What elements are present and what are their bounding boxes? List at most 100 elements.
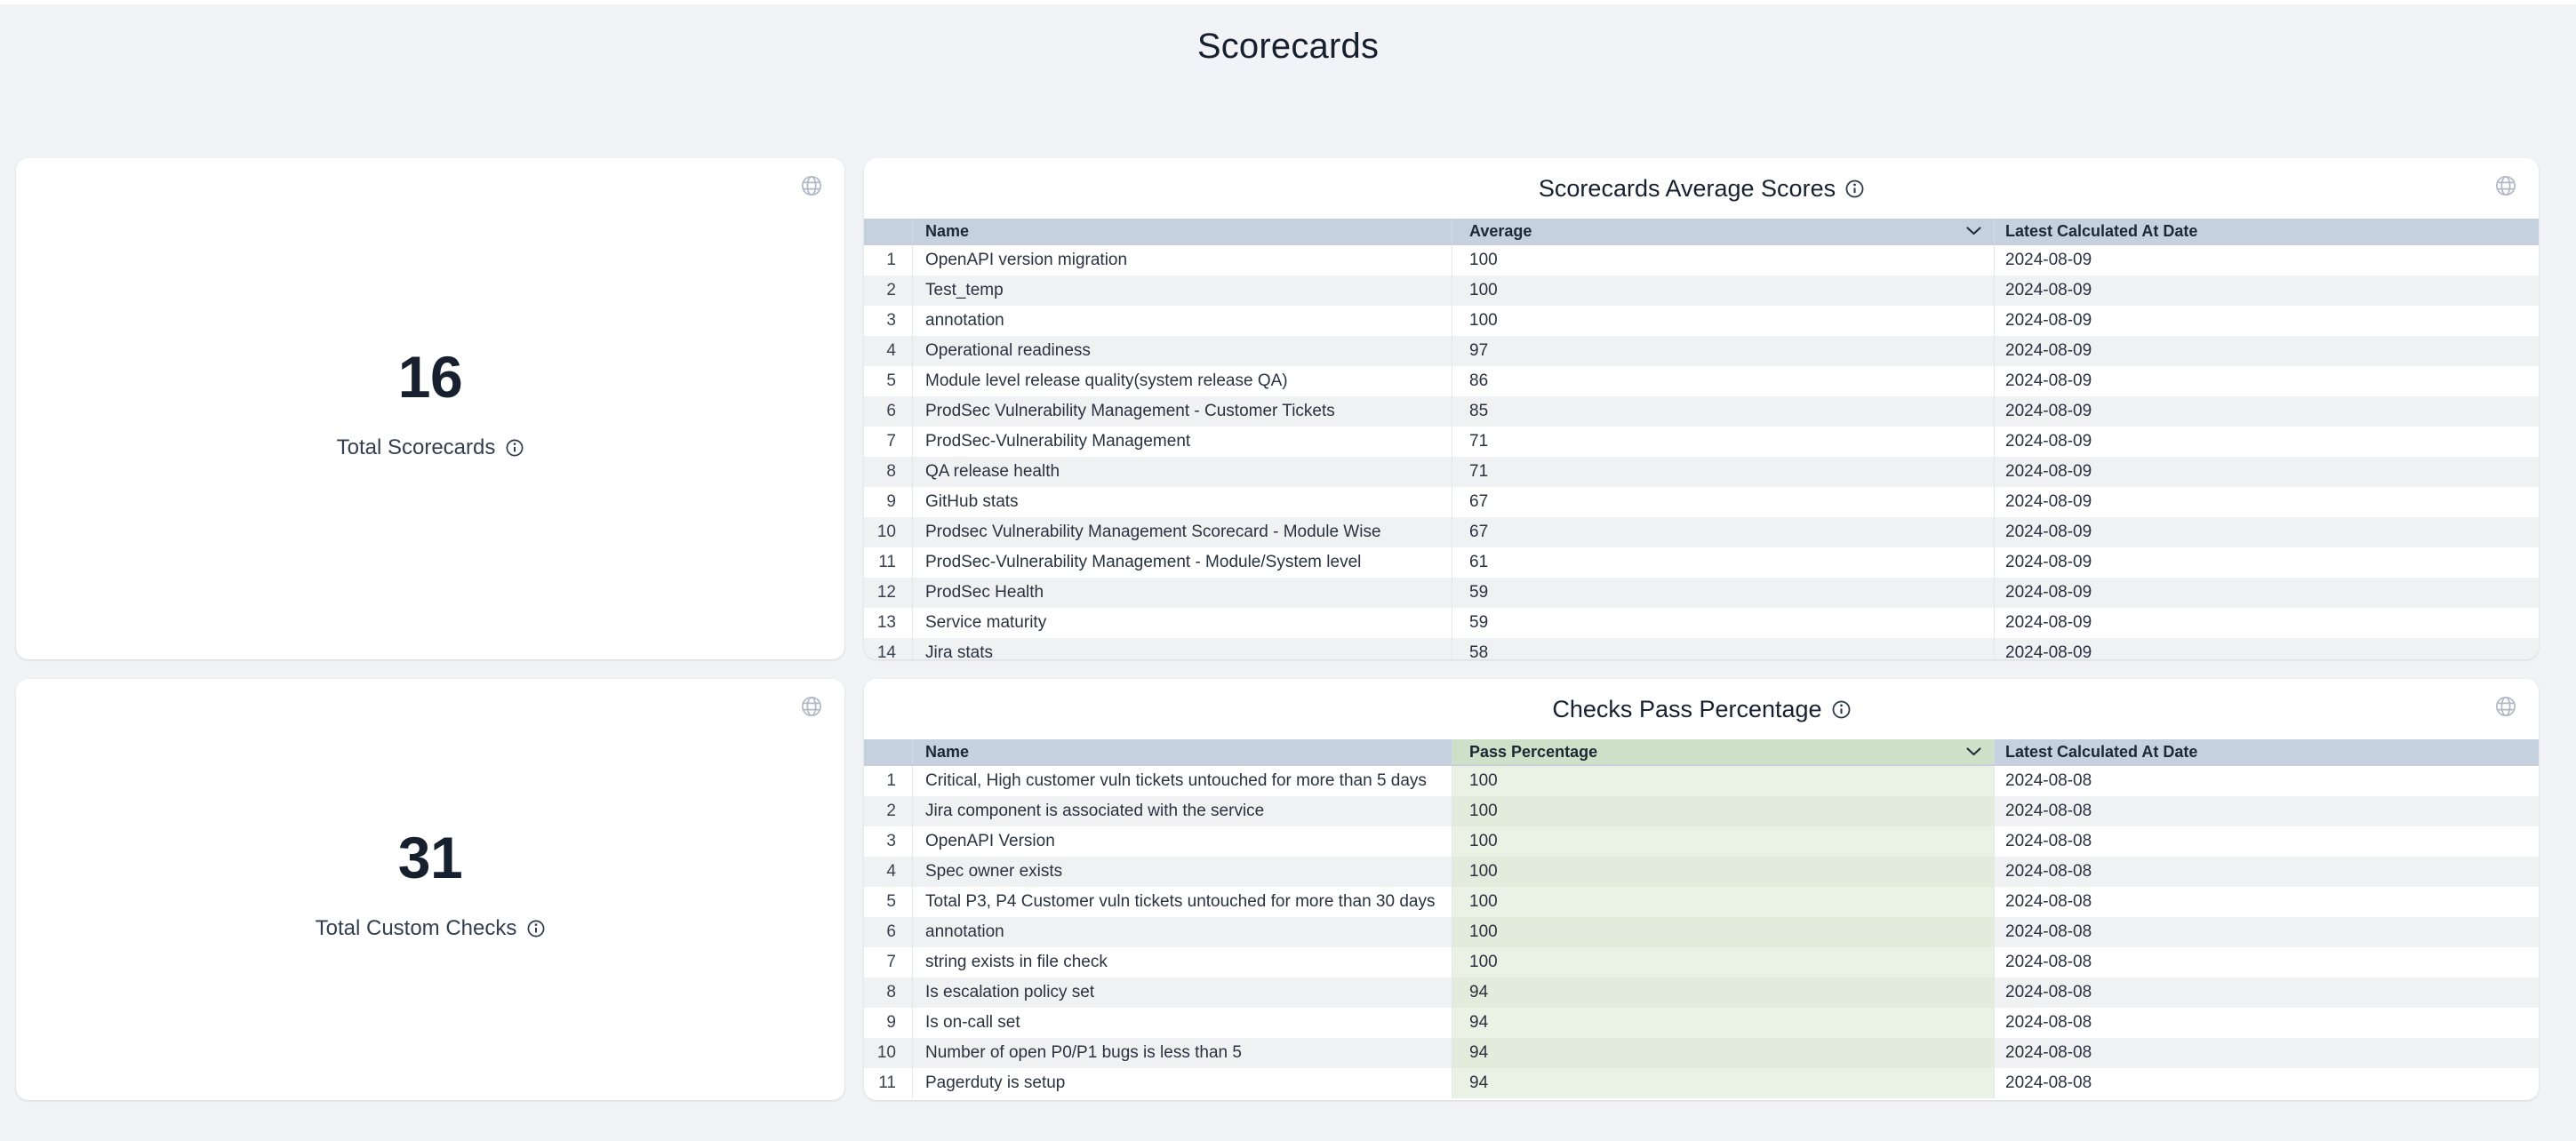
table-cell: 2024-08-08 [1994,857,2539,887]
table-cell: 7 [864,427,912,457]
table-body: 1Critical, High customer vuln tickets un… [864,766,2539,1100]
table-row[interactable]: 6ProdSec Vulnerability Management - Cust… [864,396,2539,427]
globe-icon[interactable] [2494,695,2517,718]
table-row[interactable]: 7ProdSec-Vulnerability Management712024-… [864,427,2539,457]
table-row[interactable]: 9Is on-call set942024-08-08 [864,1008,2539,1038]
table-cell: Is escalation policy set [912,977,1452,1008]
table-row[interactable]: 11ProdSec-Vulnerability Management - Mod… [864,547,2539,578]
table-cell: 2024-08-08 [1994,1008,2539,1038]
table-cell: 100 [1452,917,1994,947]
table-cell: Operational readiness [912,336,1452,366]
table-row[interactable]: 2Jira component is associated with the s… [864,796,2539,826]
page-title: Scorecards [0,27,2576,67]
table-row[interactable]: 7string exists in file check1002024-08-0… [864,947,2539,977]
table-cell: 2 [864,275,912,306]
table-cell: 2024-08-08 [1994,766,2539,796]
table-cell: 11 [864,1068,912,1098]
table-row[interactable]: 6annotation1002024-08-08 [864,917,2539,947]
table-cell: 6 [864,917,912,947]
average-column-header[interactable]: Average [1452,219,1994,243]
scorecards-average-scores-card: Scorecards Average Scores Name Average L… [864,158,2539,659]
table-cell: 2024-08-09 [1994,245,2539,275]
top-edge-strip [0,0,2576,4]
table-row[interactable]: 10Number of open P0/P1 bugs is less than… [864,1038,2539,1068]
table-cell: 100 [1452,887,1994,917]
table-cell: 3 [864,306,912,336]
info-icon[interactable] [1845,180,1864,198]
table-cell: 100 [1452,826,1994,857]
table-row[interactable]: 4Spec owner exists1002024-08-08 [864,857,2539,887]
table-cell: 14 [864,638,912,659]
globe-icon[interactable] [800,695,823,718]
table-row[interactable]: 1OpenAPI version migration1002024-08-09 [864,245,2539,275]
table-cell: Module level release quality(system rele… [912,366,1452,396]
table-cell: 11 [864,547,912,578]
table-cell: 100 [1452,766,1994,796]
stat-value: 16 [398,343,462,411]
table-cell: 100 [1452,275,1994,306]
table-cell: 100 [1452,857,1994,887]
table-header: Name Average Latest Calculated At Date [864,219,2539,245]
table-cell: 1 [864,766,912,796]
table-row[interactable]: 8Is escalation policy set942024-08-08 [864,977,2539,1008]
table-cell: 2024-08-09 [1994,608,2539,638]
table-cell: OpenAPI Version [912,826,1452,857]
table-cell: 5 [864,366,912,396]
name-column-header[interactable]: Name [912,219,1452,243]
table-cell: Service maturity [912,608,1452,638]
table-cell: 97 [1452,336,1994,366]
table-cell: 2024-08-08 [1994,826,2539,857]
table-cell: 2024-08-09 [1994,487,2539,517]
table-row[interactable]: 10Prodsec Vulnerability Management Score… [864,517,2539,547]
table-cell: 2024-08-09 [1994,547,2539,578]
name-column-header[interactable]: Name [912,739,1452,764]
table-cell: 7 [864,947,912,977]
table-row[interactable]: 9GitHub stats672024-08-09 [864,487,2539,517]
table-row[interactable]: 11Pagerduty is setup942024-08-08 [864,1068,2539,1098]
table-row[interactable]: 3OpenAPI Version1002024-08-08 [864,826,2539,857]
table-cell: 10 [864,517,912,547]
globe-icon[interactable] [2494,174,2517,197]
info-icon[interactable] [527,920,545,938]
table-row[interactable]: 3annotation1002024-08-09 [864,306,2539,336]
globe-icon[interactable] [800,174,823,197]
table-row[interactable]: 14Jira stats582024-08-09 [864,638,2539,659]
table-cell: ProdSec-Vulnerability Management [912,427,1452,457]
table-row[interactable]: 1Critical, High customer vuln tickets un… [864,766,2539,796]
date-column-header[interactable]: Latest Calculated At Date [1994,739,2539,764]
table-cell: Prodsec Vulnerability Management Scoreca… [912,517,1452,547]
chevron-down-icon [1966,747,1981,756]
pass-percentage-column-header[interactable]: Pass Percentage [1452,739,1994,764]
table-cell: 2024-08-08 [1994,1038,2539,1068]
table-row[interactable]: 13Service maturity592024-08-09 [864,608,2539,638]
table-body: 1OpenAPI version migration1002024-08-092… [864,245,2539,659]
table-cell: 85 [1452,396,1994,427]
table-cell: 61 [1452,547,1994,578]
table-cell: 2024-08-09 [1994,366,2539,396]
table-cell: 4 [864,336,912,366]
table-row[interactable]: 5Total P3, P4 Customer vuln tickets unto… [864,887,2539,917]
table-row[interactable]: 12ProdSec Health592024-08-09 [864,578,2539,608]
table-cell: 2024-08-09 [1994,336,2539,366]
table-row[interactable]: 4Operational readiness972024-08-09 [864,336,2539,366]
date-column-header[interactable]: Latest Calculated At Date [1994,219,2539,243]
index-column-header [864,219,912,243]
chevron-down-icon [1966,227,1981,235]
table-cell: 2024-08-08 [1994,796,2539,826]
table-cell: ProdSec Vulnerability Management - Custo… [912,396,1452,427]
info-icon[interactable] [1832,700,1851,719]
table-cell: 71 [1452,457,1994,487]
table-row[interactable]: 5Module level release quality(system rel… [864,366,2539,396]
checks-pass-percentage-card: Checks Pass Percentage Name Pass Percent… [864,679,2539,1100]
table-row[interactable]: 8QA release health712024-08-09 [864,457,2539,487]
table-row[interactable]: 2Test_temp1002024-08-09 [864,275,2539,306]
table-cell: Total P3, P4 Customer vuln tickets untou… [912,887,1452,917]
table-cell: 59 [1452,578,1994,608]
table-cell: OpenAPI version migration [912,245,1452,275]
table-cell: 59 [1452,608,1994,638]
table-cell: QA release health [912,457,1452,487]
table-cell: 2024-08-08 [1994,977,2539,1008]
table-cell: Pagerduty is setup [912,1068,1452,1098]
table-cell: 2024-08-09 [1994,457,2539,487]
info-icon[interactable] [506,439,524,457]
